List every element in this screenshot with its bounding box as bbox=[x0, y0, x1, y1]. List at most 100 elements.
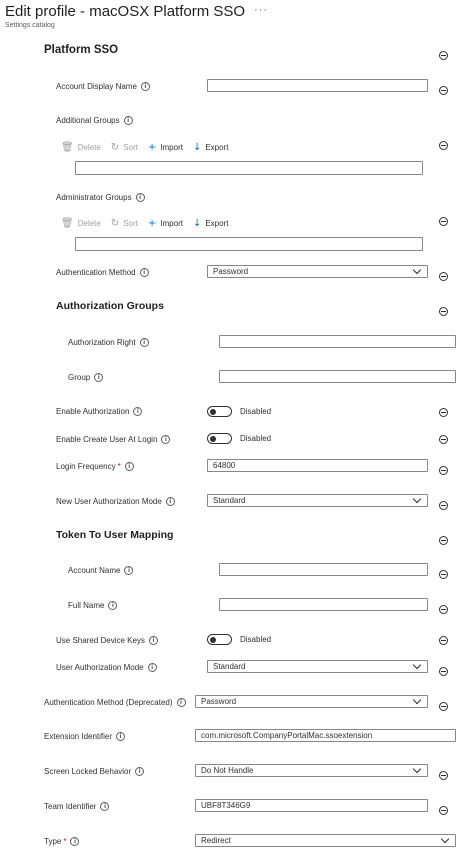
trash-icon: 🗑 bbox=[61, 142, 74, 153]
info-icon[interactable]: i bbox=[139, 268, 149, 277]
toggle-state: Disabled bbox=[240, 635, 272, 644]
more-options-icon[interactable]: ··· bbox=[254, 4, 268, 16]
export-button[interactable]: ↓ Export bbox=[193, 218, 229, 229]
section-heading-platform-sso: Platform SSO bbox=[44, 44, 119, 56]
authentication-method-label: Authentication Method i bbox=[56, 268, 149, 277]
remove-administrator-groups-icon[interactable] bbox=[439, 217, 448, 226]
new-user-auth-mode-select[interactable]: Standard bbox=[207, 494, 428, 507]
page-subtitle: Settings catalog bbox=[5, 22, 55, 29]
remove-authorization-groups-icon[interactable] bbox=[439, 307, 448, 316]
info-icon[interactable]: i bbox=[123, 116, 133, 125]
toggle-state: Disabled bbox=[240, 434, 272, 443]
toggle-state: Disabled bbox=[240, 407, 272, 416]
info-icon[interactable]: i bbox=[70, 837, 80, 846]
screen-locked-behavior-label: Screen Locked Behavior i bbox=[44, 767, 145, 776]
administrator-groups-toolbar: 🗑 Delete ↻ Sort + Import ↓ Export bbox=[61, 218, 238, 229]
delete-button[interactable]: 🗑 Delete bbox=[61, 218, 101, 229]
remove-user-auth-mode-icon[interactable] bbox=[439, 667, 448, 676]
additional-groups-input[interactable] bbox=[75, 161, 423, 175]
user-auth-mode-label: User Authorization Mode i bbox=[56, 663, 157, 672]
info-icon[interactable]: i bbox=[133, 407, 143, 416]
login-frequency-input[interactable]: 64800 bbox=[207, 459, 428, 472]
authentication-method-deprecated-select[interactable]: Password bbox=[195, 695, 428, 708]
administrator-groups-input[interactable] bbox=[75, 237, 423, 251]
info-icon[interactable]: i bbox=[124, 566, 134, 575]
account-name-input[interactable] bbox=[219, 563, 428, 576]
remove-token-mapping-icon[interactable] bbox=[439, 536, 448, 545]
info-icon[interactable]: i bbox=[140, 82, 150, 91]
screen-locked-behavior-select[interactable]: Do Not Handle bbox=[195, 764, 428, 777]
info-icon[interactable]: i bbox=[135, 767, 145, 776]
info-icon[interactable]: i bbox=[135, 193, 145, 202]
administrator-groups-label: Administrator Groups i bbox=[56, 193, 145, 202]
authorization-right-input[interactable] bbox=[219, 335, 456, 348]
use-shared-device-keys-toggle[interactable]: Disabled bbox=[207, 634, 271, 645]
info-icon[interactable]: i bbox=[139, 338, 149, 347]
info-icon[interactable]: i bbox=[124, 462, 134, 471]
remove-authentication-method-icon[interactable] bbox=[439, 272, 448, 281]
account-display-name-input[interactable] bbox=[207, 79, 428, 92]
remove-screen-locked-behavior-icon[interactable] bbox=[439, 771, 448, 780]
remove-use-shared-device-keys-icon[interactable] bbox=[439, 636, 448, 645]
info-icon[interactable]: i bbox=[161, 435, 171, 444]
page-title: Edit profile - macOSX Platform SSO bbox=[5, 3, 246, 20]
chevron-down-icon bbox=[412, 266, 422, 275]
extension-identifier-input[interactable]: com.microsoft.CompanyPortalMac.ssoextens… bbox=[195, 729, 456, 742]
sort-icon: ↻ bbox=[110, 142, 120, 153]
chevron-down-icon bbox=[440, 835, 450, 844]
remove-login-frequency-icon[interactable] bbox=[439, 466, 448, 475]
plus-icon: + bbox=[147, 218, 157, 229]
remove-new-user-auth-mode-icon[interactable] bbox=[439, 501, 448, 510]
info-icon[interactable]: i bbox=[94, 373, 104, 382]
trash-icon: 🗑 bbox=[61, 218, 74, 229]
additional-groups-label: Additional Groups i bbox=[56, 116, 133, 125]
additional-groups-toolbar: 🗑 Delete ↻ Sort + Import ↓ Export bbox=[61, 142, 238, 153]
remove-account-display-name-icon[interactable] bbox=[439, 86, 448, 95]
full-name-input[interactable] bbox=[219, 598, 428, 611]
remove-team-identifier-icon[interactable] bbox=[439, 806, 448, 815]
remove-enable-authorization-icon[interactable] bbox=[439, 408, 448, 417]
user-auth-mode-select[interactable]: Standard bbox=[207, 660, 428, 673]
remove-enable-create-user-icon[interactable] bbox=[439, 435, 448, 444]
info-icon[interactable]: i bbox=[147, 663, 157, 672]
chevron-down-icon bbox=[412, 765, 422, 774]
delete-button[interactable]: 🗑 Delete bbox=[61, 142, 101, 153]
download-icon: ↓ bbox=[192, 218, 202, 229]
info-icon[interactable]: i bbox=[176, 698, 186, 707]
type-label: Type * i bbox=[44, 837, 80, 846]
toggle-switch[interactable] bbox=[207, 433, 232, 444]
sort-button[interactable]: ↻ Sort bbox=[111, 218, 138, 229]
plus-icon: + bbox=[147, 142, 157, 153]
enable-create-user-toggle[interactable]: Disabled bbox=[207, 433, 271, 444]
team-identifier-input[interactable]: UBF8T346G9 bbox=[195, 799, 428, 812]
group-input[interactable] bbox=[219, 370, 456, 383]
sort-button[interactable]: ↻ Sort bbox=[111, 142, 138, 153]
download-icon: ↓ bbox=[192, 142, 202, 153]
chevron-down-icon bbox=[412, 495, 422, 504]
remove-authentication-method-deprecated-icon[interactable] bbox=[439, 702, 448, 711]
info-icon[interactable]: i bbox=[100, 802, 110, 811]
required-marker: * bbox=[63, 837, 67, 846]
remove-additional-groups-icon[interactable] bbox=[439, 141, 448, 150]
enable-create-user-label: Enable Create User At Login i bbox=[56, 435, 171, 444]
import-button[interactable]: + Import bbox=[148, 218, 183, 229]
enable-authorization-label: Enable Authorization i bbox=[56, 407, 143, 416]
authentication-method-deprecated-label: Authentication Method (Deprecated) i bbox=[44, 698, 186, 707]
export-button[interactable]: ↓ Export bbox=[193, 142, 229, 153]
remove-account-name-icon[interactable] bbox=[439, 570, 448, 579]
authorization-right-label: Authorization Right i bbox=[68, 338, 149, 347]
import-button[interactable]: + Import bbox=[148, 142, 183, 153]
enable-authorization-toggle[interactable]: Disabled bbox=[207, 406, 271, 417]
remove-platform-sso-icon[interactable] bbox=[439, 51, 448, 60]
authentication-method-select[interactable]: Password bbox=[207, 265, 428, 278]
toggle-switch[interactable] bbox=[207, 406, 232, 417]
login-frequency-label: Login Frequency * i bbox=[56, 462, 134, 471]
info-icon[interactable]: i bbox=[148, 636, 158, 645]
info-icon[interactable]: i bbox=[116, 732, 126, 741]
section-heading-authorization-groups: Authorization Groups bbox=[56, 300, 164, 312]
type-select[interactable]: Redirect bbox=[195, 834, 456, 847]
remove-full-name-icon[interactable] bbox=[439, 605, 448, 614]
toggle-switch[interactable] bbox=[207, 634, 232, 645]
info-icon[interactable]: i bbox=[108, 601, 118, 610]
info-icon[interactable]: i bbox=[165, 497, 175, 506]
